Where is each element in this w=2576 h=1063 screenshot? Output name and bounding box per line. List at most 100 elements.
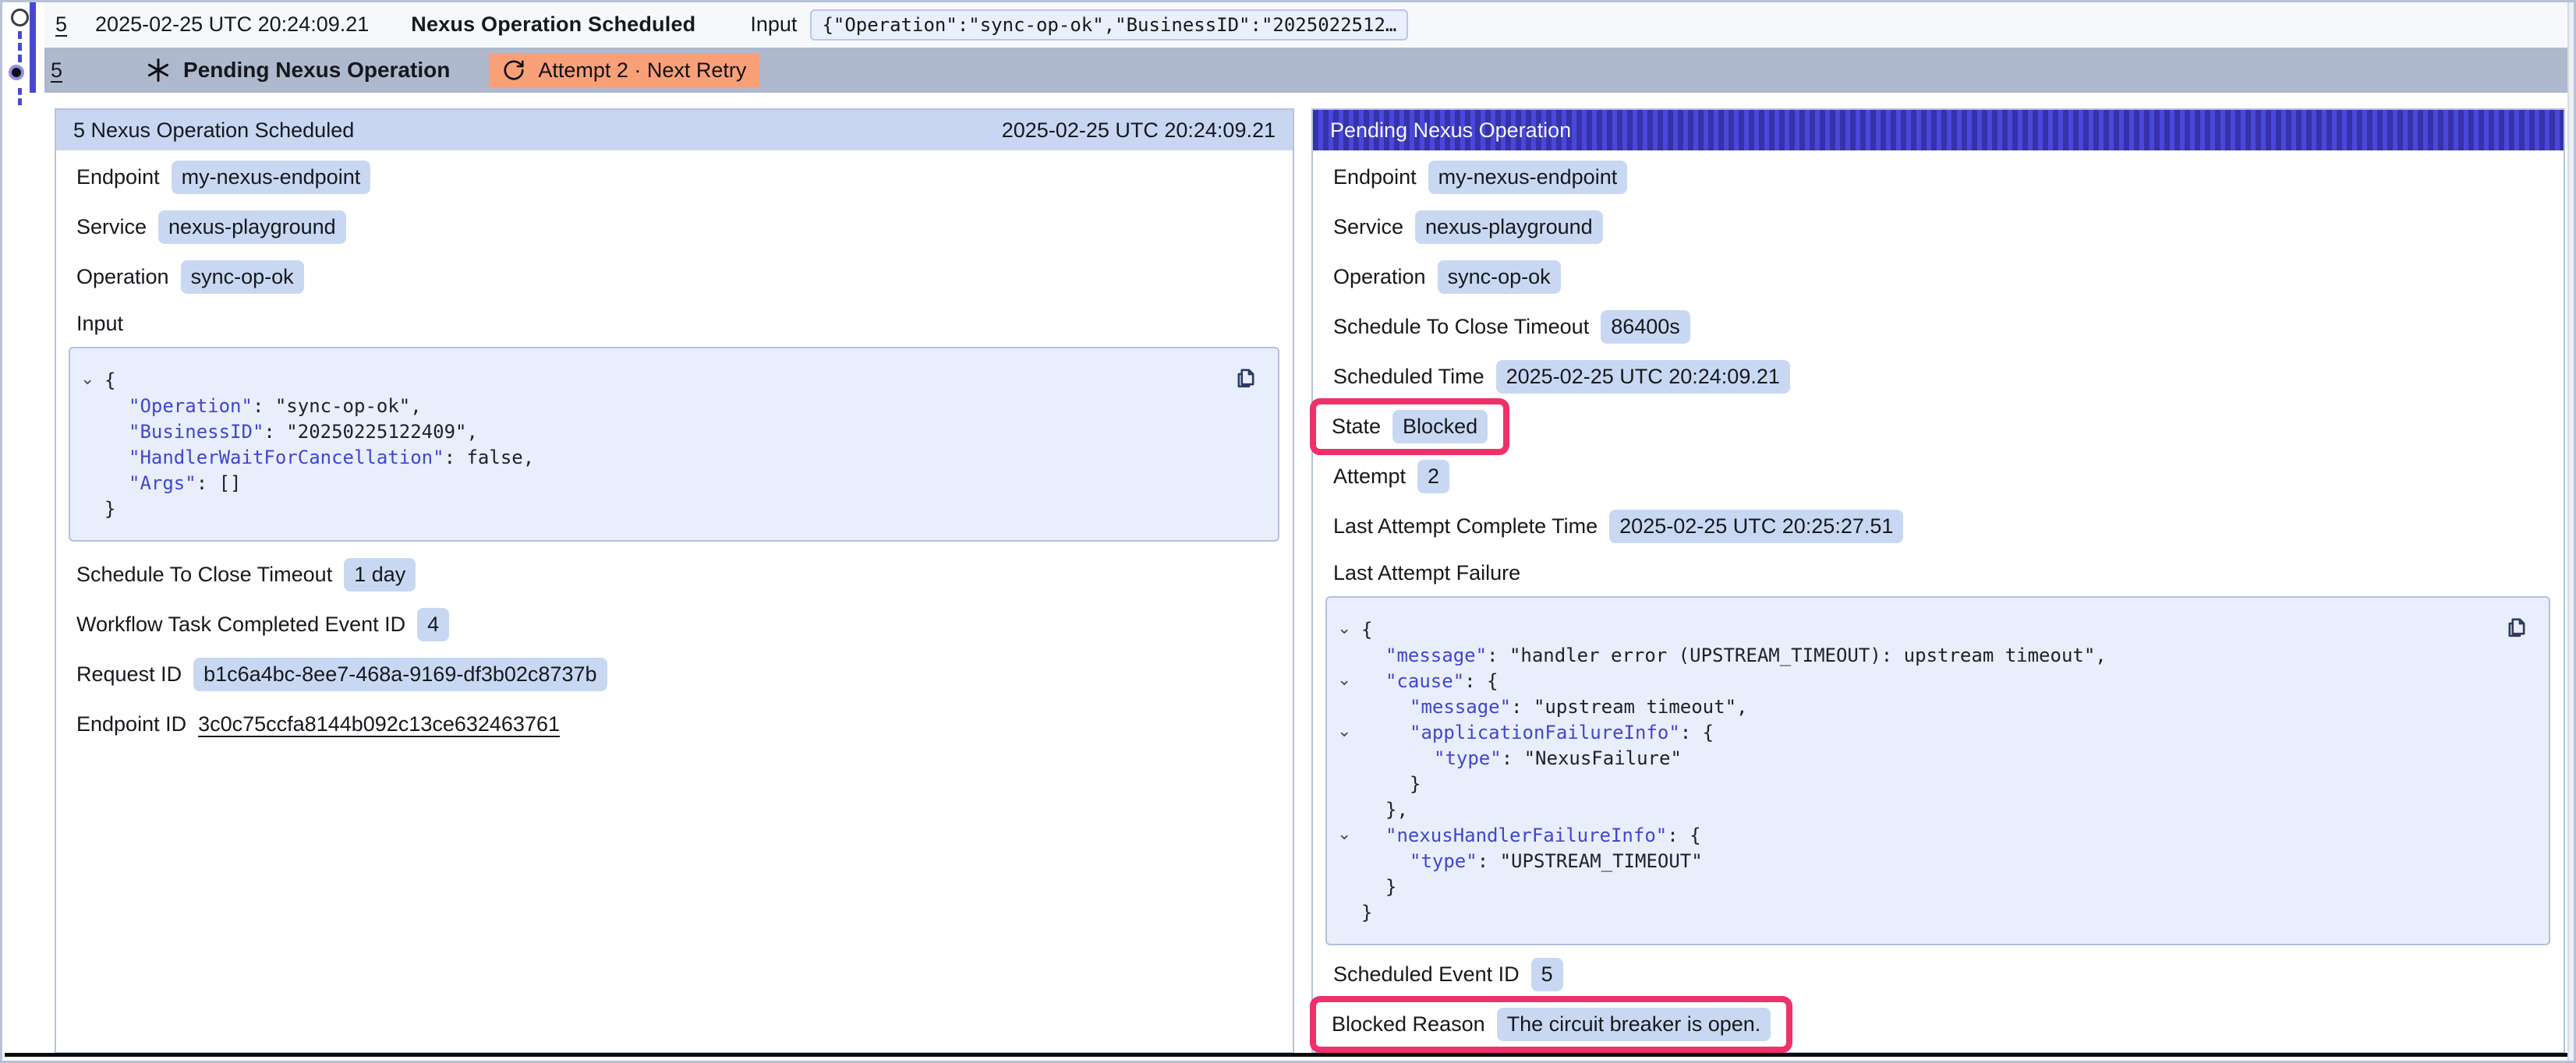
field-row-endpoint-id: Endpoint ID 3c0c75ccfa8144b092c13ce632463… bbox=[76, 699, 1293, 749]
event-row-scheduled[interactable]: 5 2025-02-25 UTC 20:24:09.21 Nexus Opera… bbox=[44, 2, 2567, 47]
field-label: Service bbox=[1333, 215, 1403, 239]
field-value-chip: 2025-02-25 UTC 20:24:09.21 bbox=[1496, 360, 1790, 394]
json-line: "HandlerWaitForCancellation": false, bbox=[70, 445, 1278, 471]
collapse-caret-icon[interactable]: ⌄ bbox=[1337, 821, 1351, 847]
field-label: Scheduled Time bbox=[1333, 365, 1484, 389]
field-value-chip: sync-op-ok bbox=[1438, 260, 1561, 294]
json-key: "Operation" bbox=[129, 395, 253, 417]
json-key: "message" bbox=[1410, 696, 1511, 718]
field-label: Scheduled Event ID bbox=[1333, 962, 1520, 987]
json-text: : "sync-op-ok", bbox=[253, 395, 422, 417]
event-id-link[interactable]: 5 bbox=[51, 58, 62, 83]
json-key: "message" bbox=[1385, 645, 1487, 666]
field-row-last-attempt-complete-time: Last Attempt Complete Time 2025-02-25 UTC… bbox=[1333, 501, 2564, 551]
field-value-chip: 4 bbox=[417, 608, 449, 641]
json-text: } bbox=[104, 498, 115, 520]
field-value-chip: Blocked bbox=[1392, 410, 1488, 443]
field-label: Service bbox=[76, 215, 147, 239]
event-timestamp: 2025-02-25 UTC 20:24:09.21 bbox=[95, 12, 369, 37]
event-detail-timestamp: 2025-02-25 UTC 20:24:09.21 bbox=[1002, 118, 1276, 143]
field-label: State bbox=[1332, 415, 1381, 439]
failure-section-label: Last Attempt Failure bbox=[1333, 561, 1520, 585]
field-value-chip: sync-op-ok bbox=[181, 260, 304, 294]
pending-panel-header: Pending Nexus Operation bbox=[1313, 110, 2564, 150]
pending-operation-panel: Pending Nexus Operation Endpoint my-nexus… bbox=[1311, 108, 2565, 1054]
input-json-viewer: ⌄{"Operation": "sync-op-ok","BusinessID"… bbox=[69, 347, 1279, 542]
timeline-connector bbox=[18, 88, 22, 105]
json-text: }, bbox=[1385, 799, 1408, 821]
input-preview-chip[interactable]: {"Operation":"sync-op-ok","BusinessID":"… bbox=[810, 9, 1408, 41]
field-row-blocked-reason: Blocked Reason The circuit breaker is ope… bbox=[1333, 999, 2564, 1049]
field-row-endpoint: Endpoint my-nexus-endpoint bbox=[76, 152, 1293, 202]
json-line: "BusinessID": "20250225122409", bbox=[70, 419, 1278, 445]
json-line: ⌄{ bbox=[70, 368, 1278, 394]
json-key: "Args" bbox=[129, 472, 196, 494]
event-detail-panel-scheduled: 5 Nexus Operation Scheduled 2025-02-25 U… bbox=[55, 108, 1294, 1054]
failure-json-viewer: ⌄{"message": "handler error (UPSTREAM_TI… bbox=[1325, 596, 2550, 945]
collapse-caret-icon[interactable]: ⌄ bbox=[1337, 616, 1351, 641]
json-key: "HandlerWaitForCancellation" bbox=[129, 447, 444, 468]
field-row-schedule-to-close-timeout: Schedule To Close Timeout86400s bbox=[1333, 302, 2564, 351]
json-text: } bbox=[1410, 773, 1421, 795]
field-row-scheduled-event-id: Scheduled Event ID5 bbox=[1333, 949, 2564, 999]
field-label: Endpoint bbox=[76, 165, 160, 189]
timeline-event-marker-current bbox=[9, 65, 24, 80]
field-value-link[interactable]: 3c0c75ccfa8144b092c13ce632463761 bbox=[198, 712, 560, 736]
field-value-chip: 2025-02-25 UTC 20:25:27.51 bbox=[1609, 510, 1903, 543]
timeline-event-marker-open bbox=[11, 9, 29, 26]
collapse-caret-icon[interactable]: ⌄ bbox=[1337, 719, 1351, 744]
field-label: Attempt bbox=[1333, 464, 1406, 489]
field-value-chip: The circuit breaker is open. bbox=[1497, 1008, 1771, 1041]
field-row-request-id: Request IDb1c6a4bc-8ee7-468a-9169-df3b02… bbox=[76, 649, 1293, 699]
field-label: Endpoint bbox=[1333, 165, 1417, 189]
event-detail-header: 5 Nexus Operation Scheduled 2025-02-25 U… bbox=[56, 110, 1293, 150]
json-text: : "20250225122409", bbox=[264, 421, 478, 443]
json-key: "BusinessID" bbox=[129, 421, 264, 443]
json-text: : { bbox=[1680, 722, 1714, 743]
field-value-chip: b1c6a4bc-8ee7-468a-9169-df3b02c8737b bbox=[193, 658, 607, 691]
json-line: }, bbox=[1327, 797, 2549, 823]
field-value-chip: my-nexus-endpoint bbox=[1428, 161, 1628, 194]
field-label: Operation bbox=[1333, 265, 1426, 289]
field-label: Workflow Task Completed Event ID bbox=[76, 613, 405, 637]
field-row-operation: Operation sync-op-ok bbox=[1333, 252, 2564, 302]
field-value-chip: 86400s bbox=[1601, 310, 1690, 344]
json-key: "type" bbox=[1434, 747, 1502, 769]
json-line: ⌄"applicationFailureInfo": { bbox=[1327, 720, 2549, 746]
event-detail-title: 5 Nexus Operation Scheduled bbox=[73, 118, 354, 143]
json-text: : "handler error (UPSTREAM_TIMEOUT): ups… bbox=[1487, 645, 2107, 666]
field-row-schedule-to-close-timeout: Schedule To Close Timeout1 day bbox=[76, 549, 1293, 599]
json-key: "type" bbox=[1410, 850, 1477, 872]
event-row-pending[interactable]: 5 Pending Nexus Operation Attempt 2 · Ne… bbox=[44, 48, 2567, 93]
json-text: } bbox=[1385, 876, 1396, 898]
json-text: : [] bbox=[196, 472, 242, 494]
json-line: ⌄{ bbox=[1327, 617, 2549, 643]
annotation-highlight-box: State Blocked bbox=[1310, 398, 1509, 455]
collapse-caret-icon[interactable]: ⌄ bbox=[80, 366, 94, 392]
field-row-state: State Blocked bbox=[1333, 401, 2564, 451]
json-text: : { bbox=[1667, 825, 1700, 846]
field-row-service: Servicenexus-playground bbox=[1333, 202, 2564, 252]
field-label: Blocked Reason bbox=[1332, 1012, 1485, 1037]
field-label: Operation bbox=[76, 265, 169, 289]
retry-badge-label: Attempt 2 · Next Retry bbox=[538, 58, 746, 83]
event-id-link[interactable]: 5 bbox=[55, 12, 67, 37]
collapse-caret-icon[interactable]: ⌄ bbox=[1337, 667, 1351, 693]
pending-title: Pending Nexus Operation bbox=[183, 58, 450, 83]
field-value-chip: nexus-playground bbox=[158, 210, 346, 244]
field-row-workflow-task-completed-event-id: Workflow Task Completed Event ID 4 bbox=[76, 599, 1293, 649]
json-line: } bbox=[70, 496, 1278, 522]
field-label: Endpoint ID bbox=[76, 712, 186, 736]
json-line: ⌄"cause": { bbox=[1327, 669, 2549, 694]
json-line: } bbox=[1327, 874, 2549, 900]
field-value-chip: 1 day bbox=[344, 558, 416, 592]
field-row-endpoint: Endpoint my-nexus-endpoint bbox=[1333, 152, 2564, 202]
json-line: } bbox=[1327, 900, 2549, 926]
field-value-chip: my-nexus-endpoint bbox=[172, 161, 371, 194]
capture-bottom-edge bbox=[5, 1053, 2567, 1057]
json-line: "message": "handler error (UPSTREAM_TIME… bbox=[1327, 643, 2549, 669]
json-text: { bbox=[1361, 619, 1372, 641]
field-label: Last Attempt Complete Time bbox=[1333, 514, 1598, 539]
json-text: : { bbox=[1464, 670, 1498, 692]
vertical-scrollbar[interactable] bbox=[2567, 2, 2574, 1061]
